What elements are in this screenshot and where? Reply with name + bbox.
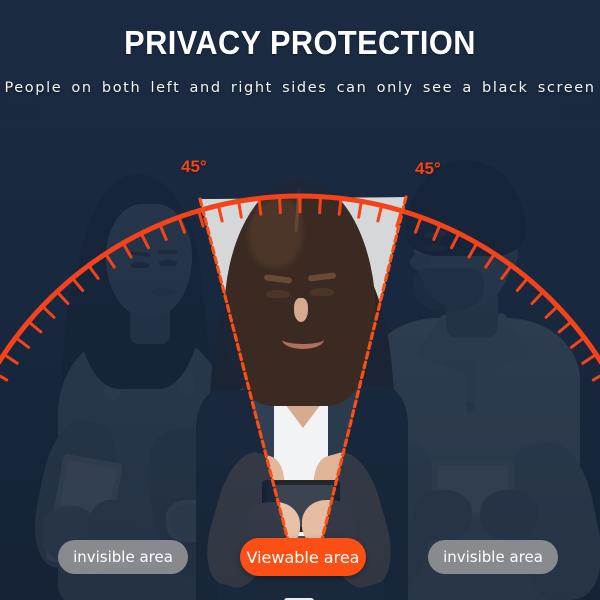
legend-pill-invisible-right[interactable]: invisible area (428, 540, 558, 574)
protractor-tick (591, 374, 600, 382)
wedge-right-edge (316, 195, 408, 558)
page-title: PRIVACY PROTECTION (124, 24, 476, 61)
legend-label-invisible-right: invisible area (443, 548, 543, 566)
angle-label-left: 45° (181, 157, 207, 176)
privacy-protection-infographic: PRIVACY PROTECTION People on both left a… (0, 0, 600, 600)
legend-label-invisible-left: invisible area (73, 548, 173, 566)
page-subtitle: People on both left and right sides can … (4, 80, 596, 96)
legend-label-viewable: Viewable area (246, 547, 360, 567)
wedge-left-edge (198, 197, 294, 558)
protractor-tick (0, 374, 9, 382)
angle-label-right: 45° (415, 159, 441, 178)
legend-pill-invisible-left[interactable]: invisible area (58, 540, 188, 574)
protractor-tick-marks (0, 194, 600, 382)
protractor-arc (0, 193, 600, 366)
legend-pill-viewable-center[interactable]: Viewable area (240, 538, 366, 576)
